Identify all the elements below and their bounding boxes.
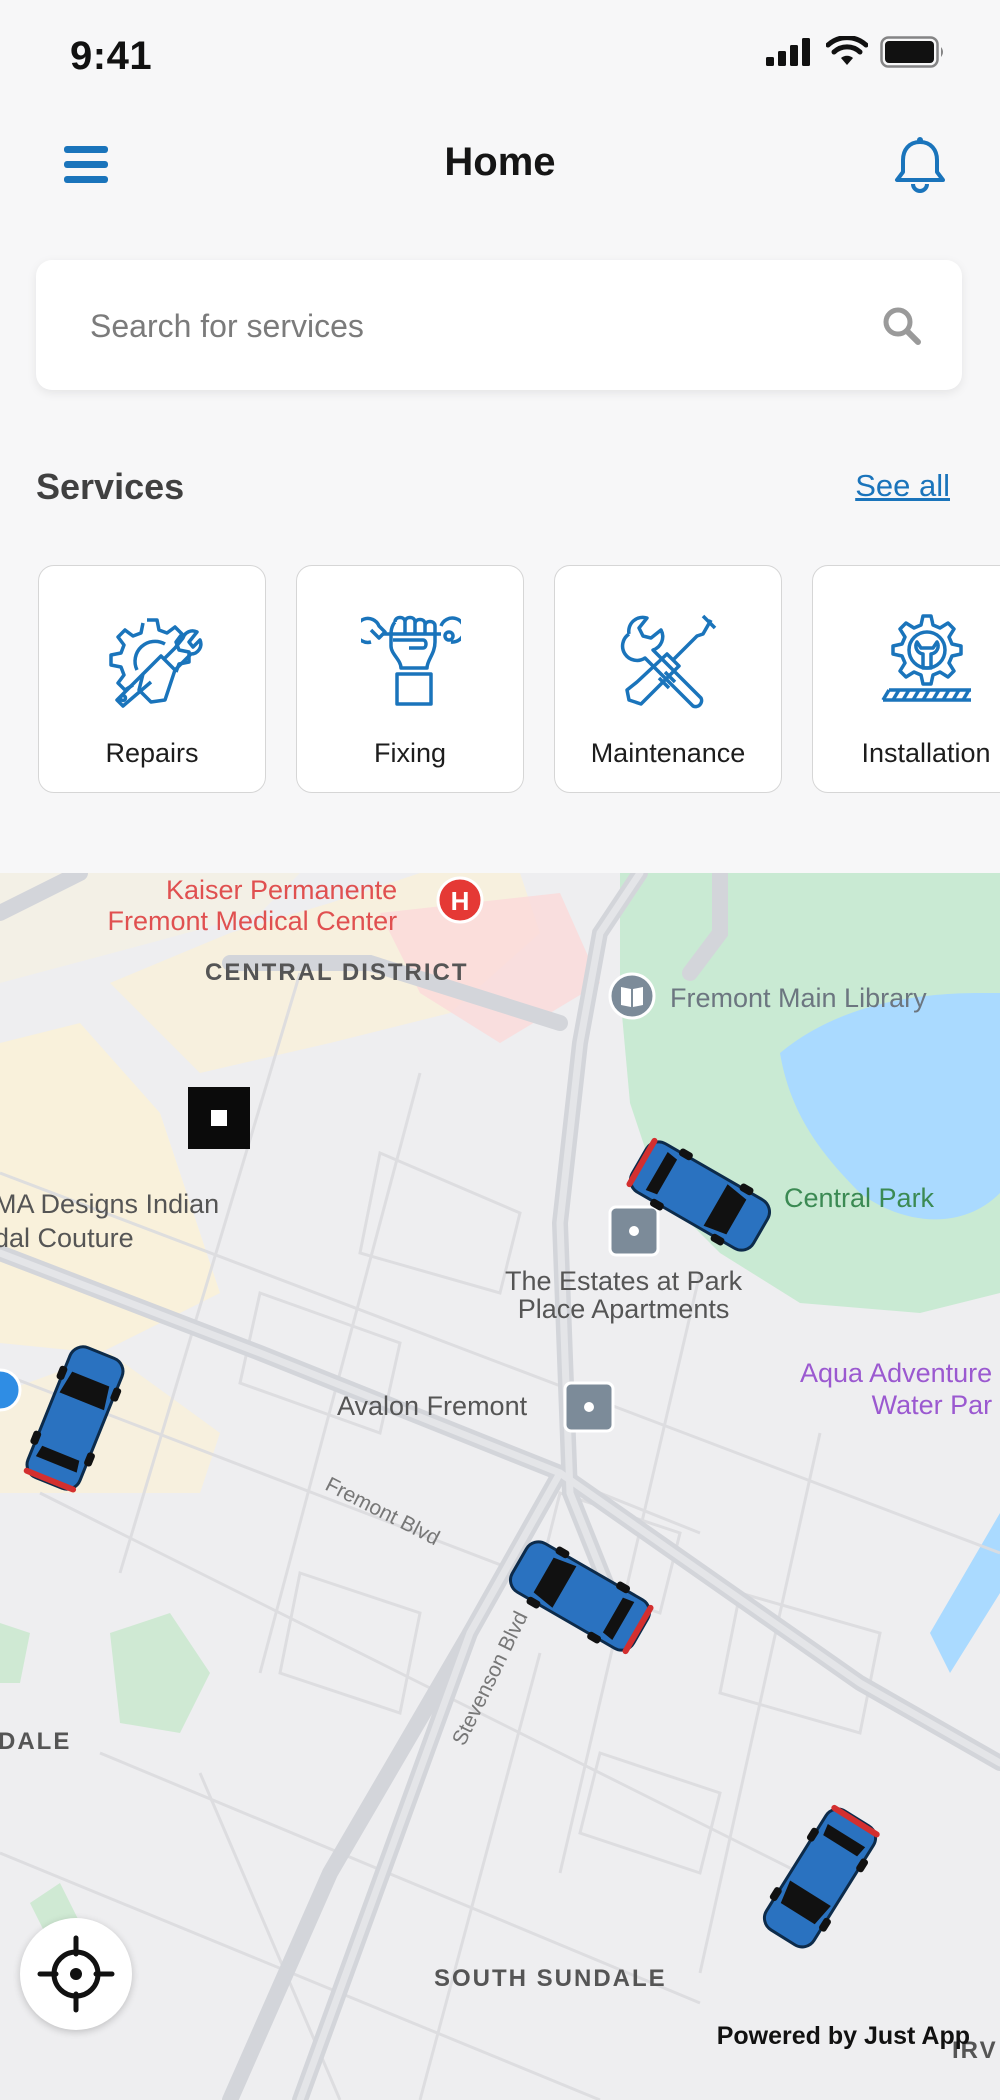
map-view[interactable]: H Kaiser Permanente Fremont Medical Cent…: [0, 873, 1000, 2100]
status-time: 9:41: [70, 34, 153, 78]
service-card-installation[interactable]: Installation: [812, 565, 1000, 793]
powered-by-text: Powered by Just App: [716, 2022, 970, 2050]
signal-icon: [766, 38, 810, 66]
car-icon[interactable]: [735, 1793, 905, 1963]
service-card-fixing[interactable]: Fixing: [296, 565, 524, 793]
battery-icon: [880, 36, 943, 68]
page-title: Home: [444, 140, 556, 184]
map-label-kaiser: Kaiser Permanente Fremont Medical Center: [107, 875, 398, 936]
map-label-library: Fremont Main Library: [670, 983, 927, 1013]
map-label-estates: The Estates at Park Place Apartments: [505, 1266, 743, 1324]
gear-installation-icon: [881, 614, 971, 702]
map-label-central-park: Central Park: [784, 1183, 935, 1213]
menu-button[interactable]: [62, 142, 112, 188]
map-label-designs: MA Designs Indian dal Couture: [0, 1189, 220, 1253]
services-heading: Services: [36, 466, 185, 507]
search-icon[interactable]: [882, 306, 922, 346]
map-label-central-district: CENTRAL DISTRICT: [205, 959, 469, 986]
car-icon[interactable]: [0, 1333, 160, 1503]
fist-wrench-icon: [361, 615, 461, 706]
svg-text:H: H: [451, 886, 470, 916]
wifi-icon: [826, 36, 868, 65]
service-label: Maintenance: [590, 738, 746, 768]
notifications-button[interactable]: [892, 136, 948, 196]
hamburger-icon: [64, 146, 108, 183]
status-bar: 9:41: [0, 0, 1000, 110]
search-bar: [36, 260, 962, 392]
see-all-link[interactable]: See all: [855, 468, 950, 504]
service-label: Fixing: [373, 738, 447, 768]
crosshair-icon: [37, 1935, 115, 2013]
map-label-south-sundale: SOUTH SUNDALE: [434, 1965, 667, 1992]
service-label: Installation: [861, 738, 991, 768]
service-card-repairs[interactable]: Repairs: [38, 565, 266, 793]
services-carousel: Repairs Fixing Maintenance Installation: [0, 565, 1000, 797]
map-label-avalon: Avalon Fremont: [337, 1391, 528, 1421]
service-label: Repairs: [105, 738, 199, 768]
map-label-dale: DALE: [0, 1728, 72, 1755]
car-icon[interactable]: [495, 1521, 665, 1671]
bell-icon: [895, 137, 945, 193]
locate-me-button[interactable]: [20, 1918, 132, 2030]
search-input[interactable]: [88, 260, 852, 392]
repair-gear-wrench-icon: [109, 618, 203, 708]
wrench-screwdriver-icon: [620, 614, 717, 709]
map-label-aqua: Aqua Adventure Water Par: [800, 1358, 993, 1420]
service-card-maintenance[interactable]: Maintenance: [554, 565, 782, 793]
car-icon[interactable]: [615, 1121, 785, 1271]
